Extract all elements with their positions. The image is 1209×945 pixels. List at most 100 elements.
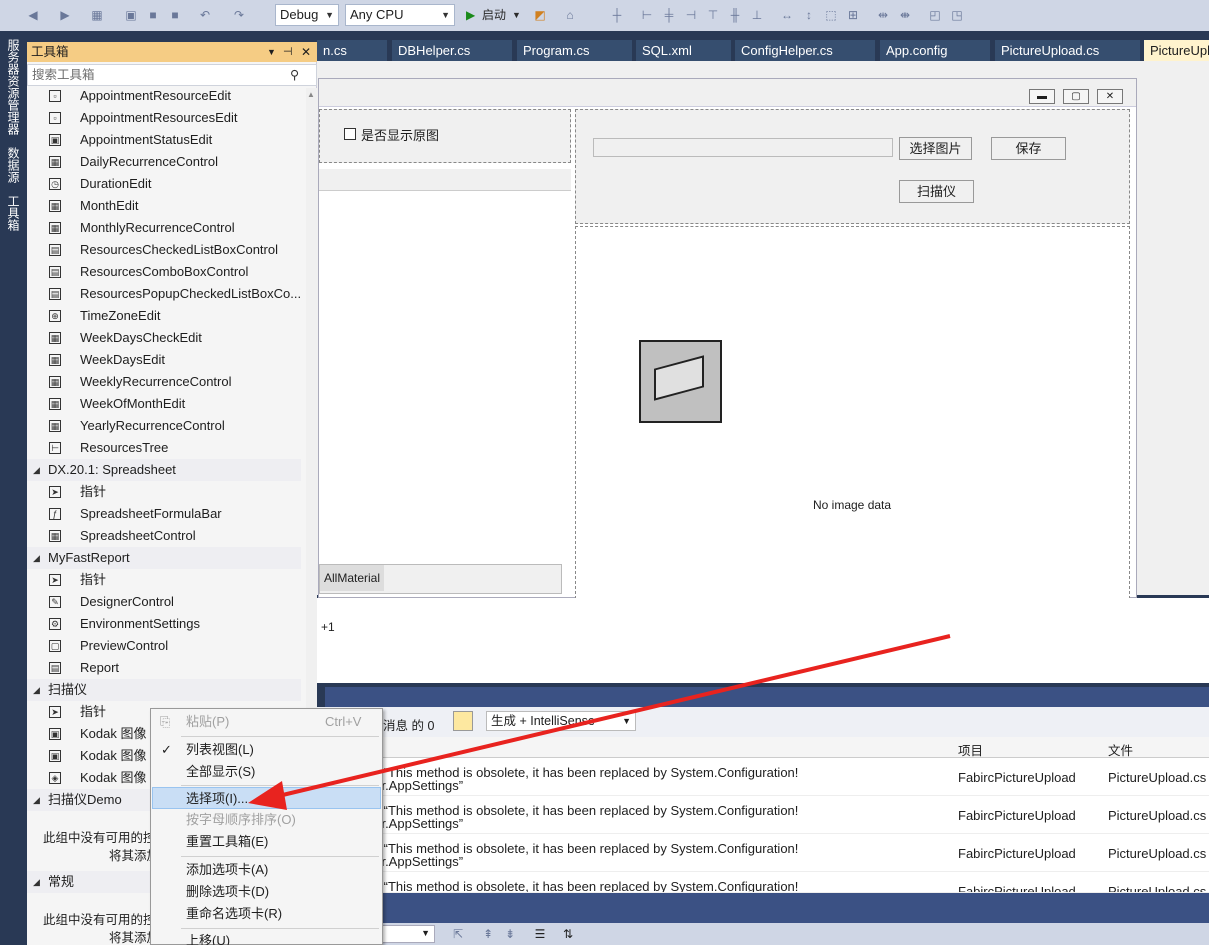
toolbox-item[interactable]: ⚙ EnvironmentSettings [27,613,306,635]
align-top-icon[interactable]: ⊤ [706,8,720,22]
align-icon[interactable]: ┼ [610,8,624,22]
toolbox-item[interactable]: ▤ Report [27,657,306,679]
start-icon[interactable]: ▶ [466,6,475,24]
save-all-icon[interactable]: ■ [168,8,182,22]
toolbox-item[interactable]: ▦ WeeklyRecurrenceControl [27,371,306,393]
toolbox-item[interactable]: ✎ DesignerControl [27,591,306,613]
tool-icon[interactable]: ⇟ [503,927,517,941]
toolbox-item[interactable]: ▤ ResourcesCheckedListBoxControl [27,239,306,261]
same-height-icon[interactable]: ↕ [802,8,816,22]
tab-pictureupload-design[interactable]: PictureUpl [1144,40,1209,61]
table-row[interactable]: 过:“This method is obsolete, it has been … [317,872,1209,893]
spacing-icon[interactable]: ⇹ [876,8,890,22]
server-explorer-tab[interactable]: 服务器资源管理器 [6,39,20,139]
chevron-down-icon[interactable]: ▼ [267,42,276,62]
tab-program[interactable]: Program.cs [517,40,632,61]
toolbox-item[interactable]: ⊕ TimeZoneEdit [27,305,306,327]
toolbox-group[interactable]: ◢ MyFastReport [27,547,301,569]
show-original-checkbox[interactable] [344,128,356,140]
menu-item-paste[interactable]: ⎘ 粘贴(P) Ctrl+V [152,711,381,733]
toolbox-group[interactable]: ◢ DX.20.1: Spreadsheet [27,459,301,481]
grid-icon[interactable]: ⊞ [846,8,860,22]
menu-item-add-tab[interactable]: 添加选项卡(A) [152,859,381,881]
toolbox-item[interactable]: ▦ MonthEdit [27,195,306,217]
menu-item-reset-toolbox[interactable]: 重置工具箱(E) [152,831,381,853]
toolbox-item[interactable]: ▫ AppointmentResourcesEdit [27,107,306,129]
order2-icon[interactable]: ◳ [950,8,964,22]
toolbox-group[interactable]: ◢ 扫描仪 [27,679,301,701]
table-row[interactable]: 过:“This method is obsolete, it has been … [317,796,1209,834]
tab-allmaterial[interactable]: AllMaterial [320,565,385,591]
tool-icon[interactable]: ⇞ [481,927,495,941]
order-icon[interactable]: ◰ [928,8,942,22]
col-project[interactable]: 项目 [958,740,983,759]
toolbox-item[interactable]: ➤ 指针 [27,569,306,591]
toolbox-item[interactable]: ▦ DailyRecurrenceControl [27,151,306,173]
redo-icon[interactable]: ↷ [232,8,246,22]
select-image-button[interactable]: 选择图片 [899,137,972,160]
align-bottom-icon[interactable]: ⊥ [750,8,764,22]
align-left-icon[interactable]: ⊢ [640,8,654,22]
tab-confighelper[interactable]: ConfigHelper.cs [735,40,875,61]
forward-icon[interactable]: ▶ [58,8,72,22]
toolbox-item[interactable]: ▦ WeekOfMonthEdit [27,393,306,415]
maximize-icon[interactable]: ▢ [1063,89,1089,104]
undo-icon[interactable]: ↶ [198,8,212,22]
toolbox-item[interactable]: ▦ WeekDaysCheckEdit [27,327,306,349]
scroll-up-icon[interactable]: ▲ [307,90,315,99]
same-width-icon[interactable]: ↔ [780,8,794,22]
back-icon[interactable]: ◀ [26,8,40,22]
menu-item-move-up[interactable]: 上移(U) [152,930,381,945]
tab-appconfig[interactable]: App.config [880,40,990,61]
browser-icon[interactable]: ⌂ [563,8,577,22]
tool-icon[interactable]: ⇱ [451,927,465,941]
open-folder-icon[interactable]: ▣ [124,8,138,22]
align-middle-icon[interactable]: ╫ [728,8,742,22]
tab-document[interactable]: n.cs [317,40,387,61]
toolbox-item[interactable]: ▤ ResourcesComboBoxControl [27,261,306,283]
align-right-icon[interactable]: ⊣ [684,8,698,22]
top-right-panel[interactable]: 选择图片 保存 扫描仪 [575,109,1130,224]
form-designer[interactable]: ▬ ▢ ✕ 是否显示原图 AllMaterial 选择图片 保存 扫描仪 No … [318,78,1137,599]
toolbox-item[interactable]: ▤ ResourcesPopupCheckedListBoxCo... [27,283,306,305]
top-left-panel[interactable]: 是否显示原图 [319,109,571,163]
toolbox-item[interactable]: ▦ WeekDaysEdit [27,349,306,371]
toolbox-item[interactable]: ▫ AppointmentResourceEdit [27,86,306,107]
chevron-down-icon[interactable]: ▼ [512,6,521,24]
messages-filter[interactable]: 消息 的 0 [383,715,434,734]
config-select[interactable]: Debug ▼ [275,4,339,26]
same-size-icon[interactable]: ⬚ [824,8,838,22]
close-icon[interactable]: ✕ [301,42,311,62]
toolbox-item[interactable]: ▣ AppointmentStatusEdit [27,129,306,151]
menu-item-rename-tab[interactable]: 重命名选项卡(R) [152,903,381,925]
new-project-icon[interactable]: ▦ [90,8,104,22]
menu-item-delete-tab[interactable]: 删除选项卡(D) [152,881,381,903]
toolbox-item[interactable]: ▦ YearlyRecurrenceControl [27,415,306,437]
filter-icon[interactable] [453,711,473,731]
menu-item-sort-alpha[interactable]: 按字母顺序排序(O) [152,809,381,831]
menu-item-choose-items[interactable]: 选择项(I)... [152,787,381,809]
toolbox-item[interactable]: ƒ SpreadsheetFormulaBar [27,503,306,525]
menu-item-list-view[interactable]: ✓ 列表视图(L) [152,739,381,761]
scanner-button[interactable]: 扫描仪 [899,180,974,203]
toolbox-item[interactable]: ◷ DurationEdit [27,173,306,195]
close-icon[interactable]: ✕ [1097,89,1123,104]
sort-icon[interactable]: ⇅ [561,927,575,941]
col-file[interactable]: 文件 [1108,740,1133,759]
toolbox-item[interactable]: ▢ PreviewControl [27,635,306,657]
toolbox-item[interactable]: ▦ MonthlyRecurrenceControl [27,217,306,239]
search-icon[interactable]: ⚲ [290,65,299,85]
align-center-icon[interactable]: ╪ [662,8,676,22]
data-sources-tab[interactable]: 数据源 [6,147,20,187]
toolbox-item[interactable]: ➤ 指针 [27,481,306,503]
tab-sql[interactable]: SQL.xml [636,40,731,61]
toolbox-search-input[interactable]: 搜索工具箱 ⚲ [27,64,317,86]
list-icon[interactable]: ☰ [533,927,547,941]
attach-icon[interactable]: ◩ [533,8,547,22]
image-path-field[interactable] [593,138,893,157]
platform-select[interactable]: Any CPU ▼ [345,4,455,26]
picture-box[interactable]: No image data [575,226,1130,599]
toolbox-item[interactable]: ▦ SpreadsheetControl [27,525,306,547]
start-button[interactable]: 启动 [482,6,506,24]
table-row[interactable]: 过:“This method is obsolete, it has been … [317,834,1209,872]
